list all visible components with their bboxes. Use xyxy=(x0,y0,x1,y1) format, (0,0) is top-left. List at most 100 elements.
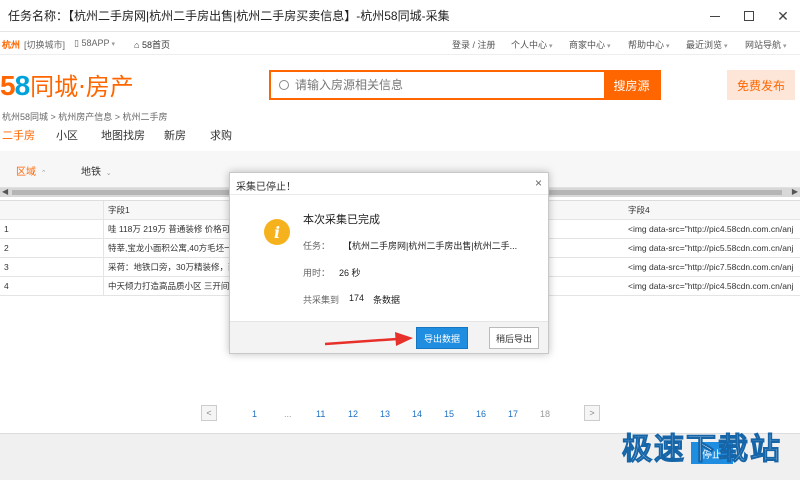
site-logo[interactable]: 5 8 同城·房产 xyxy=(0,67,134,101)
chevron-down-icon: ⌄ xyxy=(105,170,112,177)
row-field1: 采荷：地铁口旁，30万精装修，两 xyxy=(104,258,230,277)
nav-business-center[interactable]: 商家中心 ▾ xyxy=(569,38,611,51)
nav-personal-center[interactable]: 个人中心 ▾ xyxy=(511,38,553,51)
page-link[interactable]: 16 xyxy=(476,409,486,419)
page-link[interactable]: 17 xyxy=(508,409,518,419)
nav-site-navigation[interactable]: 网站导航 ▾ xyxy=(745,38,787,51)
switch-city-link[interactable]: [切换城市] xyxy=(24,38,65,51)
tab-new-homes[interactable]: 新房 xyxy=(164,127,186,143)
dialog-message: 本次采集已完成 xyxy=(303,214,380,226)
pagination: < 1 ... 11 12 13 14 15 16 17 18 > xyxy=(0,405,800,425)
current-city: 杭州 xyxy=(2,40,21,50)
row-field4: <img data-src="http://pic7.58cdn.com.cn/… xyxy=(628,262,794,272)
search-input[interactable] xyxy=(293,72,604,98)
page-link[interactable]: 12 xyxy=(348,409,358,419)
header-index xyxy=(0,201,104,220)
filter-label: 区域 xyxy=(16,167,36,178)
tab-wanted[interactable]: 求购 xyxy=(210,127,232,143)
home-link[interactable]: ⌂ 58首页 xyxy=(134,38,170,51)
site-top-bar: 杭州 [切换城市] ▯ 58APP ▾ ⌂ 58首页 登录 / 注册 个人中心 ▾ … xyxy=(0,33,800,55)
watermark-logo: 极速下载站 xyxy=(622,432,782,468)
nav-label: 商家中心 xyxy=(569,40,606,50)
page-link[interactable]: 1 xyxy=(252,409,257,419)
window-title: 任务名称：【杭州二手房网|杭州二手房出售|杭州二手房买卖信息】-杭州58同城-采… xyxy=(8,9,450,23)
breadcrumb[interactable]: 杭州58同城 > 杭州房产信息 > 杭州二手房 xyxy=(2,110,168,123)
tab-second-hand[interactable]: 二手房 xyxy=(2,127,35,143)
tab-map-search[interactable]: 地图找房 xyxy=(101,127,145,143)
info-icon: i xyxy=(264,219,290,245)
login-register-link[interactable]: 登录 / 注册 xyxy=(452,38,496,51)
time-label: 用时： xyxy=(303,268,331,278)
chevron-down-icon: ▾ xyxy=(666,43,670,50)
page-link[interactable]: 15 xyxy=(444,409,454,419)
app-link-label: 58APP xyxy=(81,38,110,48)
home-link-label: 58首页 xyxy=(141,40,170,50)
scroll-left-icon[interactable]: ◀ xyxy=(2,187,8,196)
chevron-down-icon: ▾ xyxy=(607,43,611,50)
filter-district[interactable]: 区域 ⌃ xyxy=(16,163,47,178)
dialog-title: 采集已停止！ xyxy=(236,182,296,193)
search-box: 搜房源 xyxy=(269,70,661,100)
row-field4: <img data-src="http://pic4.58cdn.com.cn/… xyxy=(628,224,794,234)
page-link[interactable]: 14 xyxy=(412,409,422,419)
red-arrow-icon xyxy=(324,332,413,346)
logo-digit-5: 5 xyxy=(0,70,16,101)
chevron-down-icon: ▾ xyxy=(783,43,787,50)
window-controls: ✕ xyxy=(698,0,800,32)
nav-label: 个人中心 xyxy=(511,40,548,50)
chevron-down-icon: ▾ xyxy=(549,43,553,50)
row-index: 4 xyxy=(0,277,104,296)
chevron-down-icon: ▾ xyxy=(724,43,728,50)
count-unit: 条数据 xyxy=(373,295,401,305)
window-titlebar: 任务名称：【杭州二手房网|杭州二手房出售|杭州二手房买卖信息】-杭州58同城-采… xyxy=(0,0,800,32)
chevron-down-icon: ▾ xyxy=(111,41,115,48)
export-data-button[interactable]: 导出数据 xyxy=(416,327,468,349)
time-value: 26 秒 xyxy=(339,268,361,278)
row-index: 2 xyxy=(0,239,104,258)
search-button[interactable]: 搜房源 xyxy=(604,72,659,98)
export-later-button[interactable]: 稍后导出 xyxy=(489,327,539,349)
bottom-toolbar: 停止 极速下载站 xyxy=(0,432,800,480)
task-value: 【杭州二手房网|杭州二手房出售|杭州二手... xyxy=(343,241,518,251)
nav-help-center[interactable]: 帮助中心 ▾ xyxy=(628,38,670,51)
header-field1: 字段1 xyxy=(104,201,230,220)
count-value: 174 xyxy=(349,293,365,303)
dialog-header: 采集已停止！ × xyxy=(230,173,548,195)
scroll-right-icon[interactable]: ▶ xyxy=(792,187,798,196)
close-icon: ✕ xyxy=(777,8,789,24)
nav-label: 网站导航 xyxy=(745,40,782,50)
minimize-button[interactable] xyxy=(698,0,732,32)
task-label: 任务： xyxy=(303,241,331,251)
home-icon: ⌂ xyxy=(134,40,142,50)
prev-page-button[interactable]: < xyxy=(201,405,217,421)
page-current: 18 xyxy=(540,409,551,419)
app-link[interactable]: ▯ 58APP ▾ xyxy=(74,38,115,49)
maximize-icon xyxy=(744,11,754,21)
row-field4: <img data-src="http://pic4.58cdn.com.cn/… xyxy=(628,281,794,291)
maximize-button[interactable] xyxy=(732,0,766,32)
row-index: 3 xyxy=(0,258,104,277)
close-window-button[interactable]: ✕ xyxy=(766,0,800,32)
row-field4: <img data-src="http://pic5.58cdn.com.cn/… xyxy=(628,243,794,253)
free-post-button[interactable]: 免费发布 xyxy=(727,70,795,100)
header-field4: 字段4 xyxy=(628,205,650,215)
collection-stopped-dialog: 采集已停止！ × i 本次采集已完成 任务： 【杭州二手房网|杭州二手房出售|杭… xyxy=(229,172,549,354)
chevron-up-icon: ⌃ xyxy=(40,170,47,177)
nav-recent-browse[interactable]: 最近浏览 ▾ xyxy=(686,38,728,51)
next-page-button[interactable]: > xyxy=(584,405,600,421)
logo-text: 同城·房产 xyxy=(30,73,134,101)
row-field1: 哇 118万 219万 普通装修 价格可议 xyxy=(104,220,230,239)
page-link[interactable]: 13 xyxy=(380,409,390,419)
filter-label: 地铁 xyxy=(81,167,101,178)
filter-subway[interactable]: 地铁 ⌄ xyxy=(81,163,112,178)
row-index: 1 xyxy=(0,220,104,239)
page-ellipsis: ... xyxy=(284,409,292,419)
page-link[interactable]: 11 xyxy=(316,409,325,419)
minimize-icon xyxy=(710,15,720,17)
dialog-close-icon[interactable]: × xyxy=(535,176,542,190)
nav-label: 帮助中心 xyxy=(628,40,665,50)
search-circle-icon xyxy=(279,80,289,90)
row-field1: 中天倾力打造高品质小区 三开间朝 xyxy=(104,277,230,296)
tab-community[interactable]: 小区 xyxy=(56,127,78,143)
logo-digit-8: 8 xyxy=(14,70,31,101)
